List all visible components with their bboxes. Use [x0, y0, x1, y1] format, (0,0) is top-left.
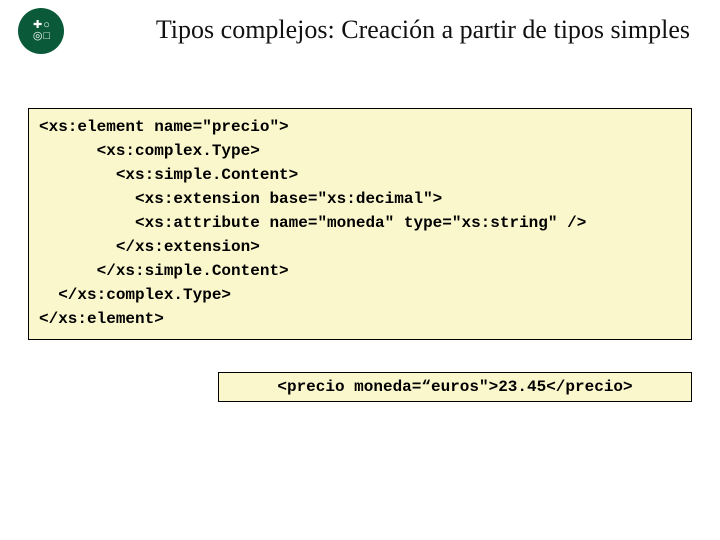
logo-glyphs — [33, 20, 49, 42]
page-title: Tipos complejos: Creación a partir de ti… — [95, 14, 690, 46]
xsd-code-block: <xs:element name="precio"> <xs:complex.T… — [28, 108, 692, 340]
xml-example-block: <precio moneda=“euros">23.45</precio> — [218, 372, 692, 402]
slide: Tipos complejos: Creación a partir de ti… — [0, 0, 720, 540]
institution-logo — [18, 8, 64, 54]
